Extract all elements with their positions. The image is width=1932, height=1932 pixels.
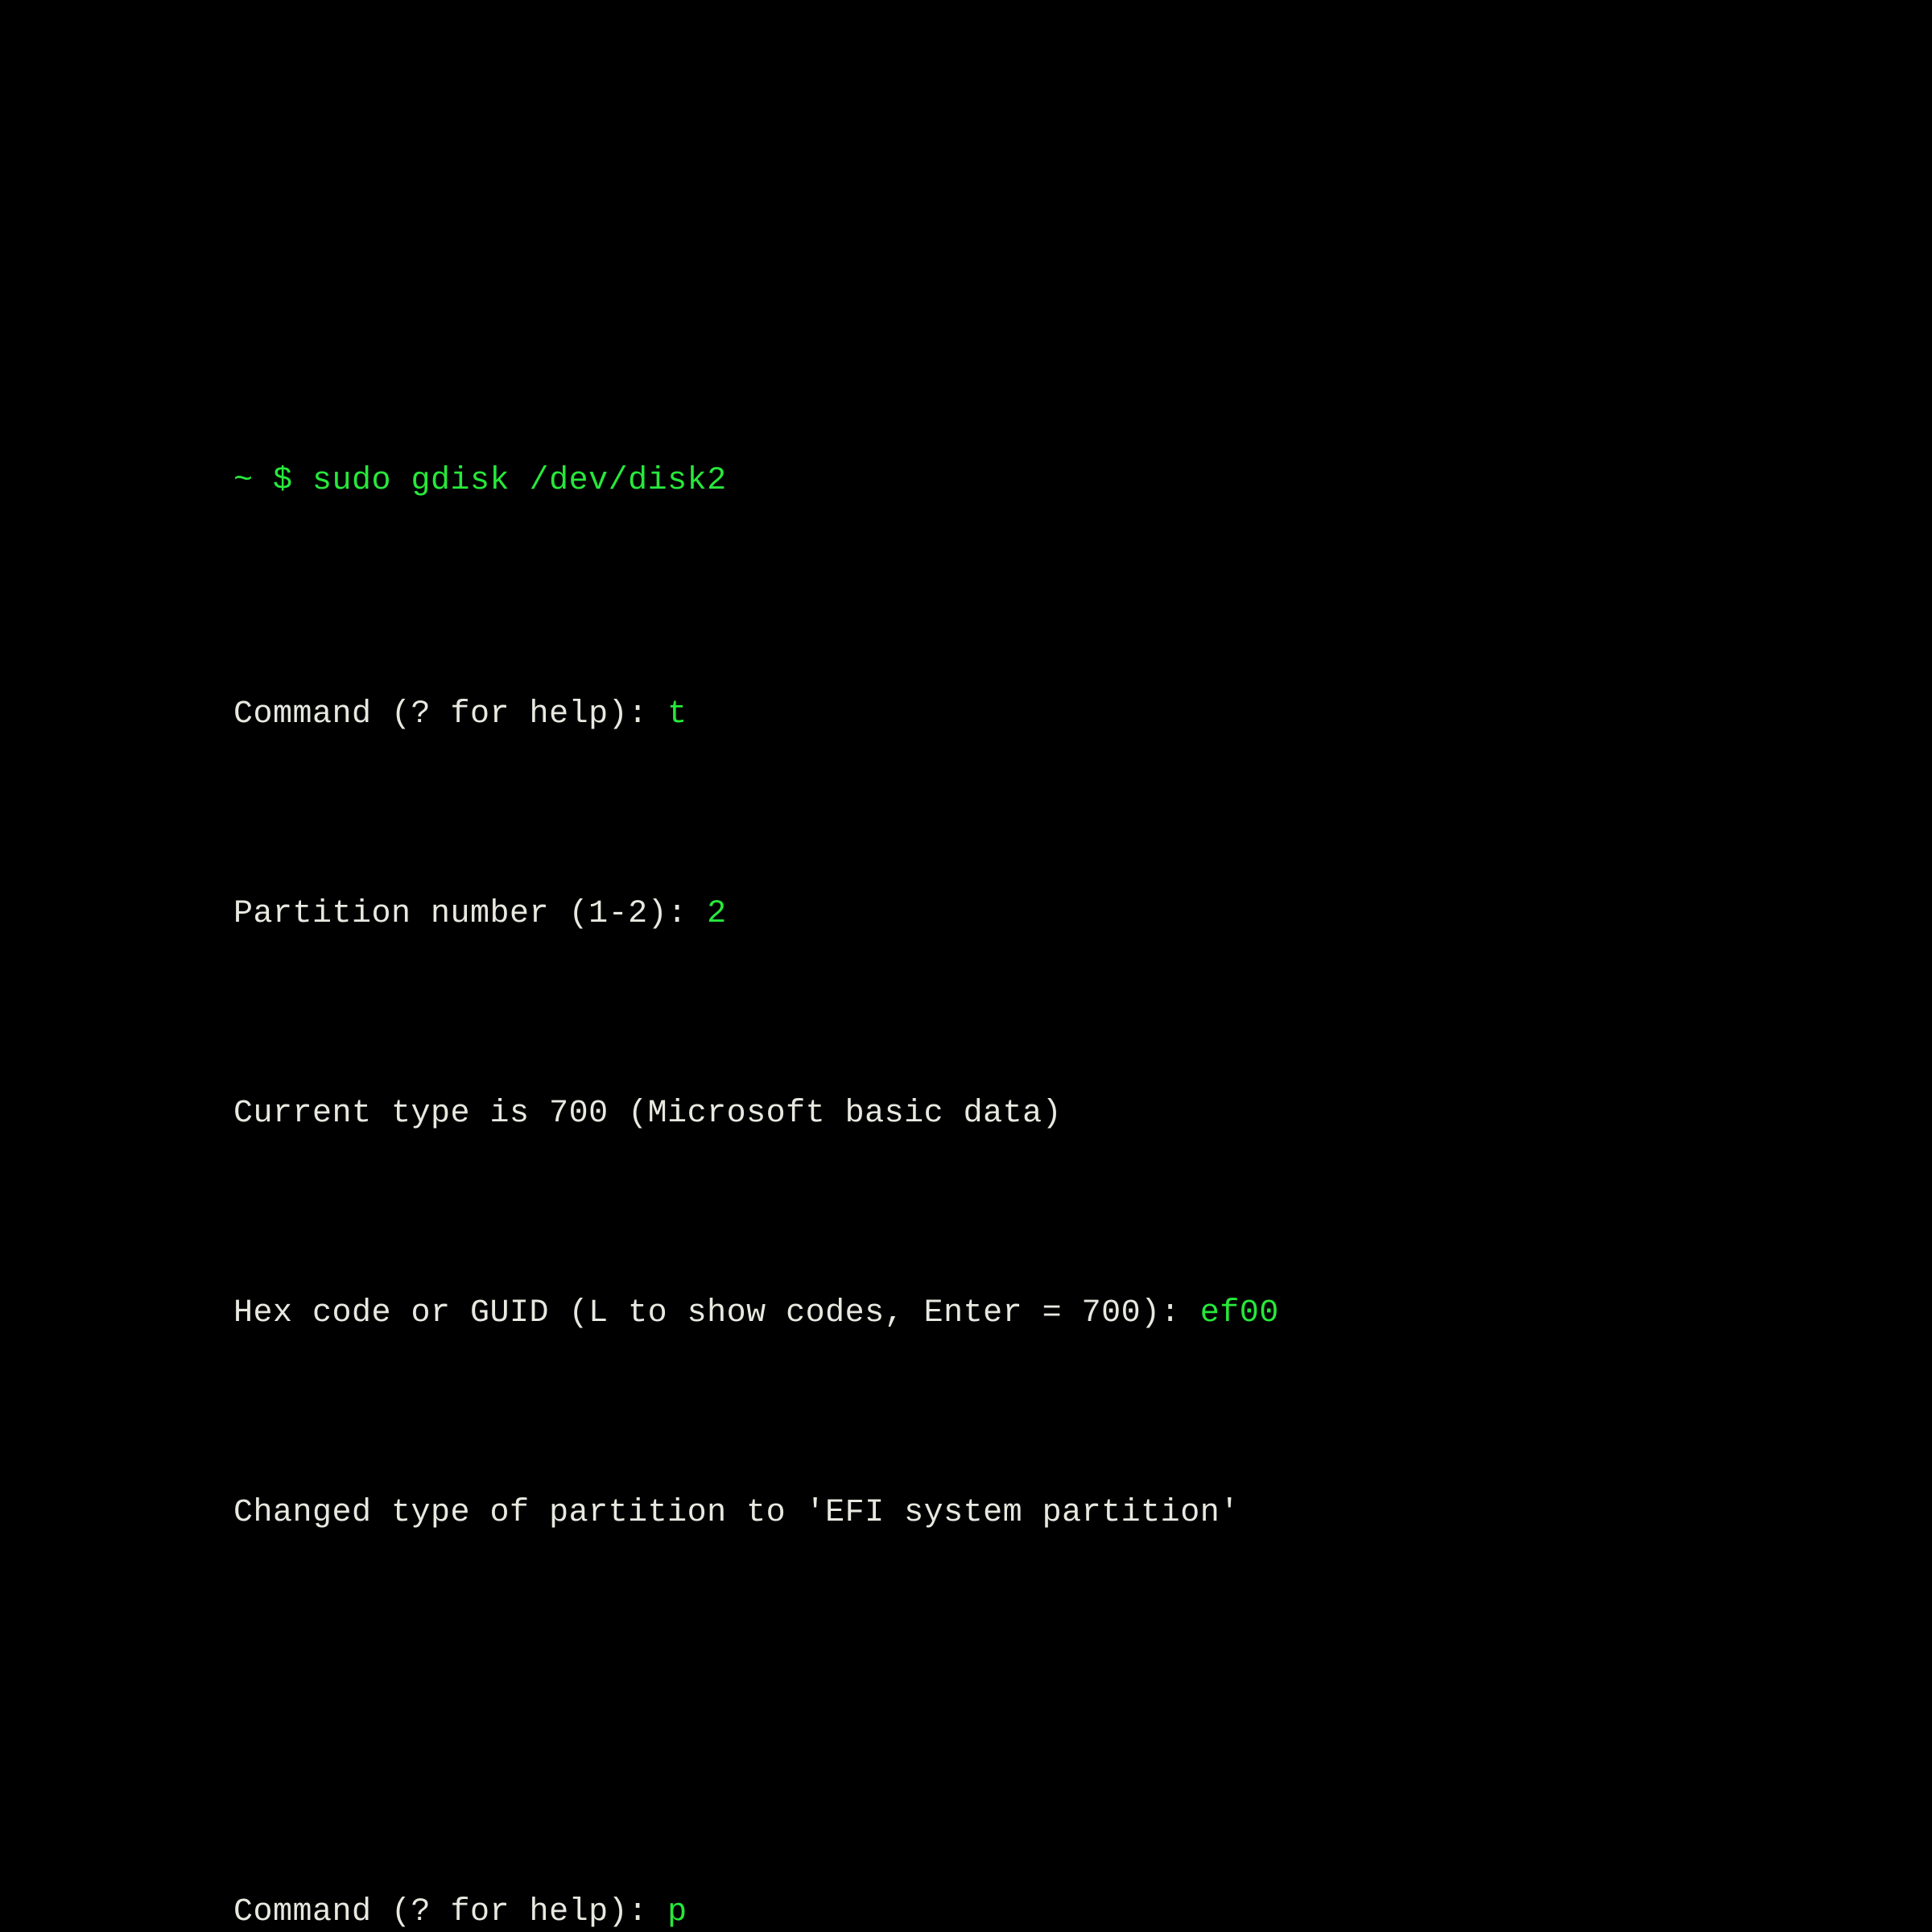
command-prompt-label: Command (? for help): [233, 1894, 667, 1930]
user-input: p [667, 1894, 687, 1930]
partition-number-prompt: Partition number (1-2): [233, 896, 707, 932]
command-prompt-label: Command (? for help): [233, 696, 667, 733]
output-line: Hex code or GUID (L to show codes, Enter… [233, 1289, 1932, 1339]
user-input: t [667, 696, 687, 733]
shell-prompt-line: ~ $ sudo gdisk /dev/disk2 [233, 456, 1932, 506]
output-line: Changed type of partition to 'EFI system… [233, 1488, 1932, 1538]
shell-command: sudo gdisk /dev/disk2 [312, 463, 727, 499]
blank-line [233, 1688, 1932, 1738]
hex-code-prompt: Hex code or GUID (L to show codes, Enter… [233, 1295, 1200, 1331]
terminal-output: ~ $ sudo gdisk /dev/disk2 Command (? for… [233, 357, 1932, 1932]
user-input: 2 [707, 896, 727, 932]
output-line: Command (? for help): t [233, 690, 1932, 740]
output-line: Command (? for help): p [233, 1888, 1932, 1932]
user-input: ef00 [1200, 1295, 1279, 1331]
output-line: Current type is 700 (Microsoft basic dat… [233, 1089, 1932, 1139]
output-line: Partition number (1-2): 2 [233, 890, 1932, 939]
shell-prompt-prefix: ~ $ [233, 463, 312, 499]
